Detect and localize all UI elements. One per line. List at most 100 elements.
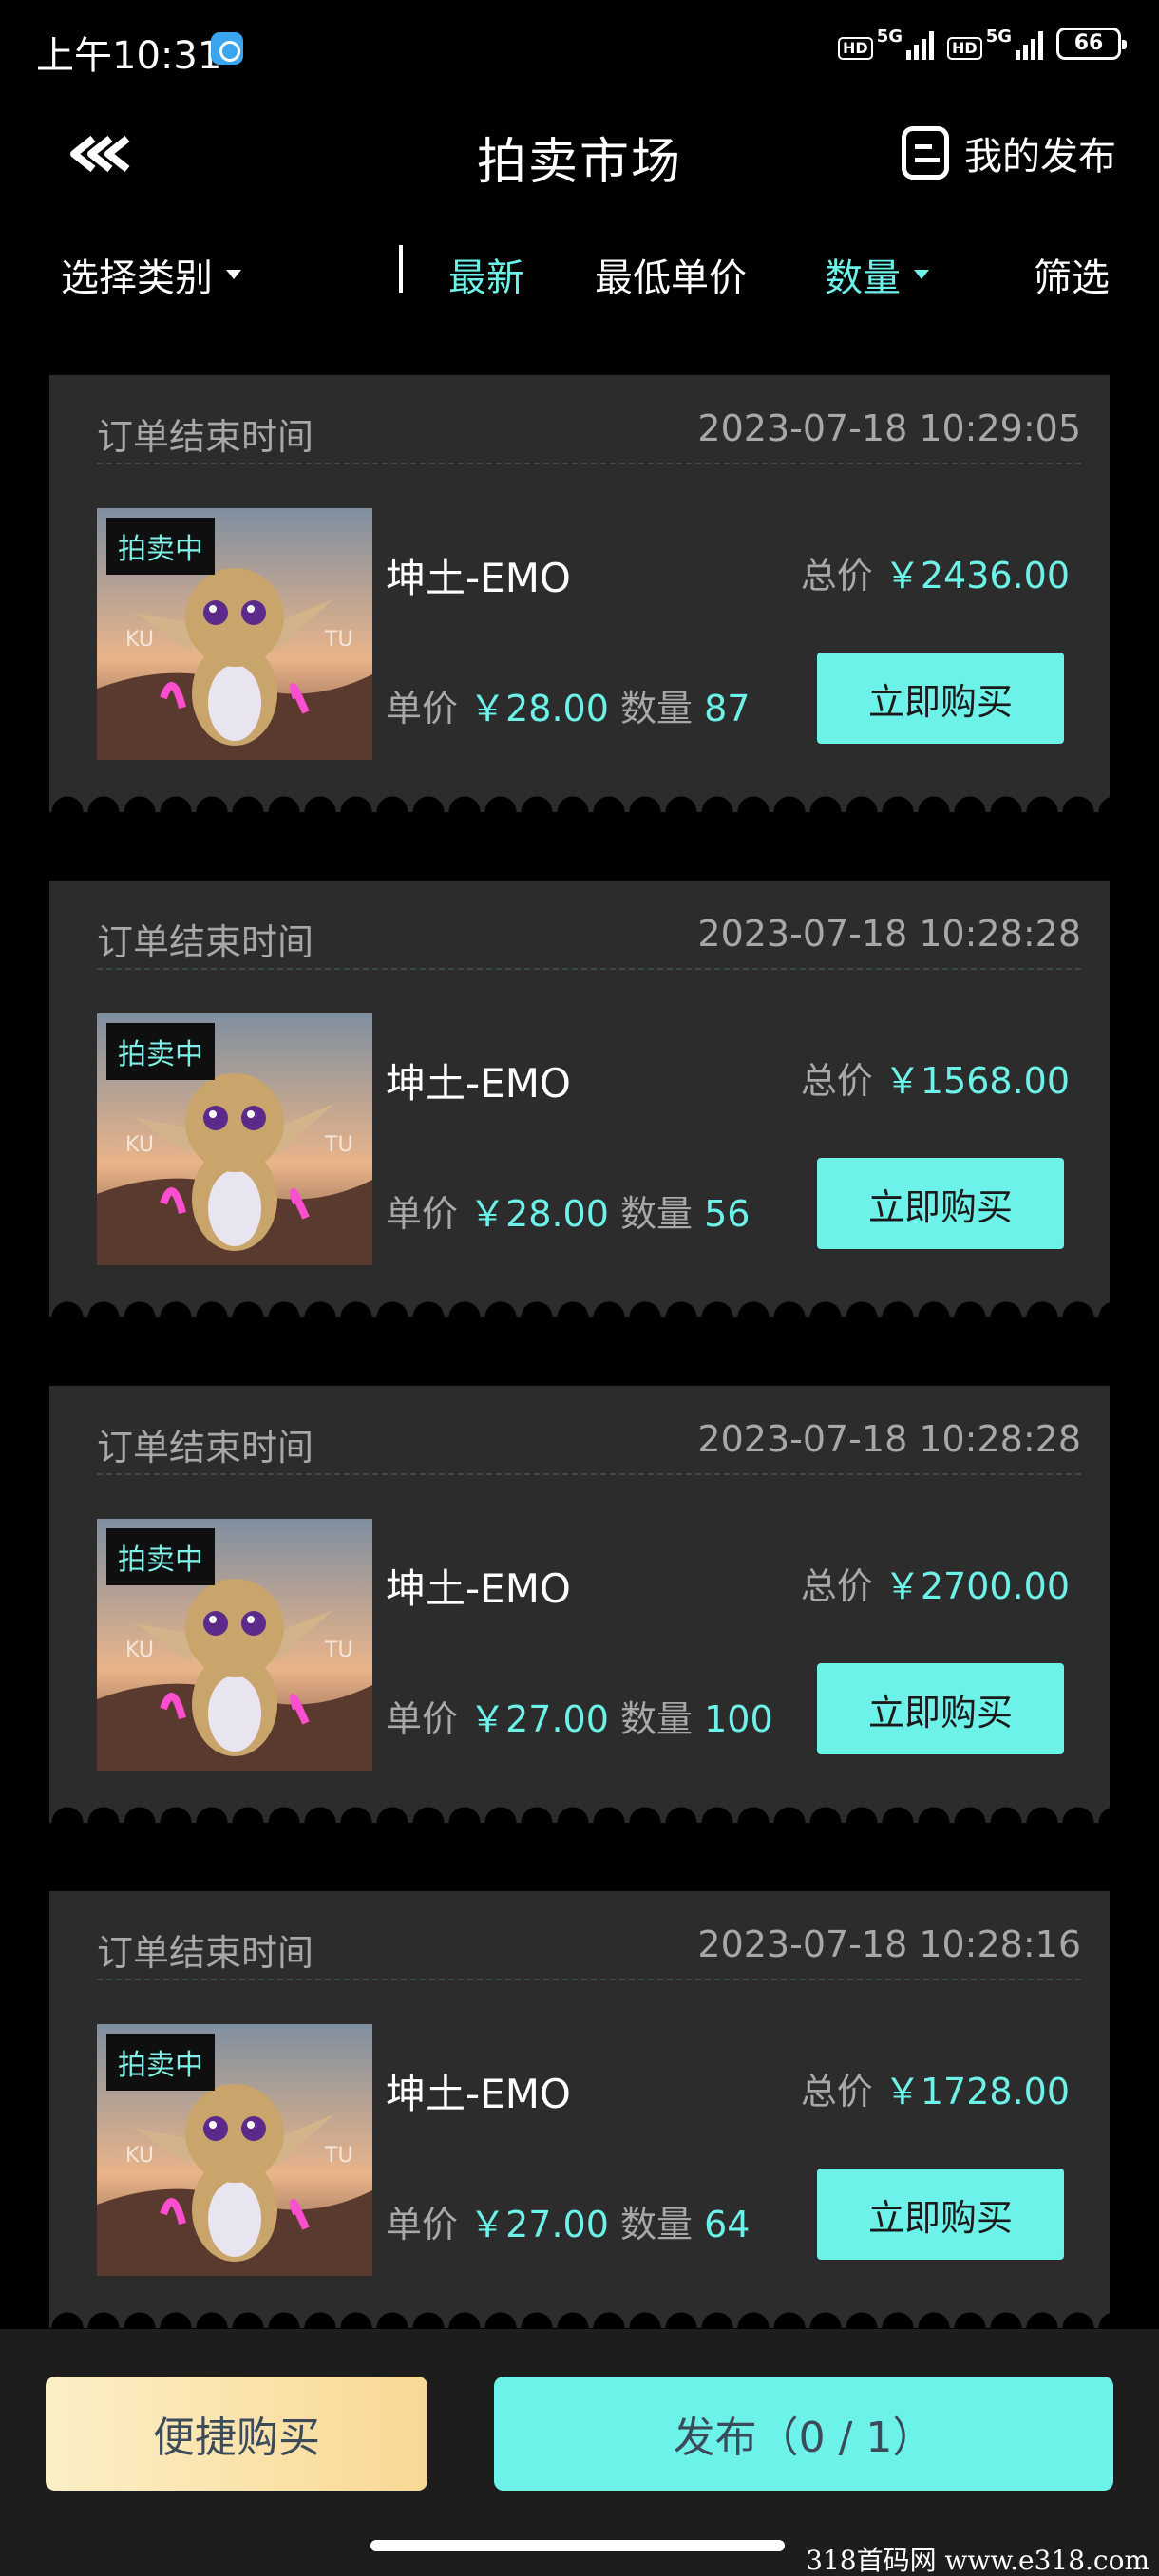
product-image[interactable]: KU TU 拍卖中 <box>97 2024 372 2276</box>
product-name: 坤土-EMO <box>386 555 571 601</box>
auction-list: 订单结束时间 2023-07-18 10:29:05 KU TU 拍卖中 坤土-… <box>49 375 1110 2396</box>
total-value: ￥1568.00 <box>884 1060 1070 1102</box>
total-price: 总价 ￥1728.00 <box>801 2062 1070 2114</box>
product-name: 坤土-EMO <box>386 1060 571 1107</box>
buy-now-button[interactable]: 立即购买 <box>817 1158 1064 1249</box>
unit-price: ￥28.00 <box>469 1193 609 1235</box>
qty-value: 100 <box>704 1698 773 1740</box>
qty-value: 64 <box>704 2204 750 2245</box>
status-icons: HD 5G HD 5G 66 <box>838 27 1127 60</box>
my-publish-button[interactable]: 我的发布 <box>902 125 1116 180</box>
card-header: 订单结束时间 2023-07-18 10:28:28 <box>97 1418 1081 1475</box>
signal-2: HD 5G <box>947 27 1043 60</box>
auction-status-badge: 拍卖中 <box>106 1023 215 1080</box>
header: 拍卖市场 我的发布 <box>0 104 1159 209</box>
category-select[interactable]: 选择类别 <box>61 247 241 302</box>
status-time: 上午10:31 <box>36 34 222 78</box>
sort-quantity-label: 数量 <box>825 256 901 300</box>
unit-price-label: 单价 <box>386 2204 459 2245</box>
card-header: 订单结束时间 2023-07-18 10:29:05 <box>97 407 1081 464</box>
buy-now-button[interactable]: 立即购买 <box>817 653 1064 744</box>
total-value: ￥2700.00 <box>884 1565 1070 1607</box>
total-value: ￥2436.00 <box>884 555 1070 597</box>
auction-card[interactable]: 订单结束时间 2023-07-18 10:29:05 KU TU 拍卖中 坤土-… <box>49 375 1110 812</box>
svg-text:KU: KU <box>125 628 154 652</box>
filter-button[interactable]: 筛选 <box>1034 247 1110 302</box>
home-indicator[interactable] <box>370 2540 785 2551</box>
auction-card[interactable]: 订单结束时间 2023-07-18 10:28:28 KU TU 拍卖中 坤土-… <box>49 1386 1110 1823</box>
qty-value: 87 <box>704 688 750 729</box>
hd-icon: HD <box>947 37 982 60</box>
unit-price-label: 单价 <box>386 1698 459 1740</box>
unit-price: ￥28.00 <box>469 688 609 729</box>
qty-label: 数量 <box>620 1698 694 1740</box>
auction-status-badge: 拍卖中 <box>106 1528 215 1585</box>
total-price: 总价 ￥2700.00 <box>801 1557 1070 1609</box>
auction-card[interactable]: 订单结束时间 2023-07-18 10:28:16 KU TU 拍卖中 坤土-… <box>49 1891 1110 2328</box>
network-type: 5G <box>985 27 1012 47</box>
sort-lowest-price-tab[interactable]: 最低单价 <box>595 247 747 302</box>
battery-level: 66 <box>1074 31 1104 55</box>
unit-price-qty: 单价 ￥28.00 数量 56 <box>386 1184 750 1237</box>
total-price: 总价 ￥2436.00 <box>801 546 1070 598</box>
signal-1: HD 5G <box>838 27 935 60</box>
product-image[interactable]: KU TU 拍卖中 <box>97 1013 372 1265</box>
svg-text:TU: TU <box>324 1638 353 1662</box>
total-label: 总价 <box>800 2071 873 2112</box>
signal-bars-icon <box>906 31 935 60</box>
auction-status-badge: 拍卖中 <box>106 2034 215 2091</box>
qty-label: 数量 <box>620 688 694 729</box>
unit-price-qty: 单价 ￥28.00 数量 87 <box>386 679 750 731</box>
qty-label: 数量 <box>620 1193 694 1235</box>
hd-icon: HD <box>838 37 873 60</box>
total-label: 总价 <box>800 1060 873 1102</box>
card-header: 订单结束时间 2023-07-18 10:28:28 <box>97 913 1081 970</box>
total-price: 总价 ￥1568.00 <box>801 1051 1070 1104</box>
triangle-down-icon <box>226 270 241 279</box>
end-time-label: 订单结束时间 <box>97 921 314 963</box>
filter-bar: 选择类别 最新 最低单价 数量 筛选 <box>0 236 1159 312</box>
my-publish-label: 我的发布 <box>964 135 1116 179</box>
app-notification-icon <box>211 32 243 65</box>
unit-price: ￥27.00 <box>469 1698 609 1740</box>
battery-icon: 66 <box>1056 27 1127 60</box>
bottom-action-bar: 便捷购买 发布（0 / 1） 318首码网 www.e318.com <box>0 2329 1159 2576</box>
svg-text:TU: TU <box>324 1133 353 1157</box>
buy-now-button[interactable]: 立即购买 <box>817 1663 1064 1754</box>
svg-text:KU: KU <box>125 1638 154 1662</box>
product-image[interactable]: KU TU 拍卖中 <box>97 508 372 760</box>
end-time-label: 订单结束时间 <box>97 1427 314 1468</box>
auction-card[interactable]: 订单结束时间 2023-07-18 10:28:28 KU TU 拍卖中 坤土-… <box>49 881 1110 1317</box>
product-name: 坤土-EMO <box>386 2071 571 2117</box>
signal-bars-icon <box>1016 31 1043 60</box>
total-label: 总价 <box>800 1565 873 1607</box>
total-value: ￥1728.00 <box>884 2071 1070 2112</box>
publish-button[interactable]: 发布（0 / 1） <box>494 2377 1113 2491</box>
unit-price: ￥27.00 <box>469 2204 609 2245</box>
unit-price-qty: 单价 ￥27.00 数量 64 <box>386 2195 750 2247</box>
svg-text:TU: TU <box>324 2144 353 2168</box>
svg-text:KU: KU <box>125 2144 154 2168</box>
unit-price-qty: 单价 ￥27.00 数量 100 <box>386 1690 773 1742</box>
sort-quantity-tab[interactable]: 数量 <box>825 247 929 302</box>
svg-text:TU: TU <box>324 628 353 652</box>
quick-buy-button[interactable]: 便捷购买 <box>46 2377 428 2491</box>
watermark: 318首码网 www.e318.com <box>806 2545 1150 2576</box>
triangle-down-icon <box>914 270 929 279</box>
end-time: 2023-07-18 10:28:28 <box>697 1418 1081 1460</box>
network-type: 5G <box>876 27 903 47</box>
total-label: 总价 <box>800 555 873 597</box>
status-bar: 上午10:31 HD 5G HD 5G 66 <box>0 0 1159 95</box>
product-image[interactable]: KU TU 拍卖中 <box>97 1519 372 1771</box>
unit-price-label: 单价 <box>386 688 459 729</box>
card-header: 订单结束时间 2023-07-18 10:28:16 <box>97 1923 1081 1980</box>
sort-latest-tab[interactable]: 最新 <box>448 247 524 302</box>
divider <box>399 245 403 293</box>
product-name: 坤土-EMO <box>386 1565 571 1612</box>
end-time: 2023-07-18 10:29:05 <box>697 407 1081 449</box>
end-time: 2023-07-18 10:28:28 <box>697 913 1081 955</box>
buy-now-button[interactable]: 立即购买 <box>817 2169 1064 2260</box>
document-icon <box>902 126 949 180</box>
end-time-label: 订单结束时间 <box>97 1932 314 1974</box>
unit-price-label: 单价 <box>386 1193 459 1235</box>
